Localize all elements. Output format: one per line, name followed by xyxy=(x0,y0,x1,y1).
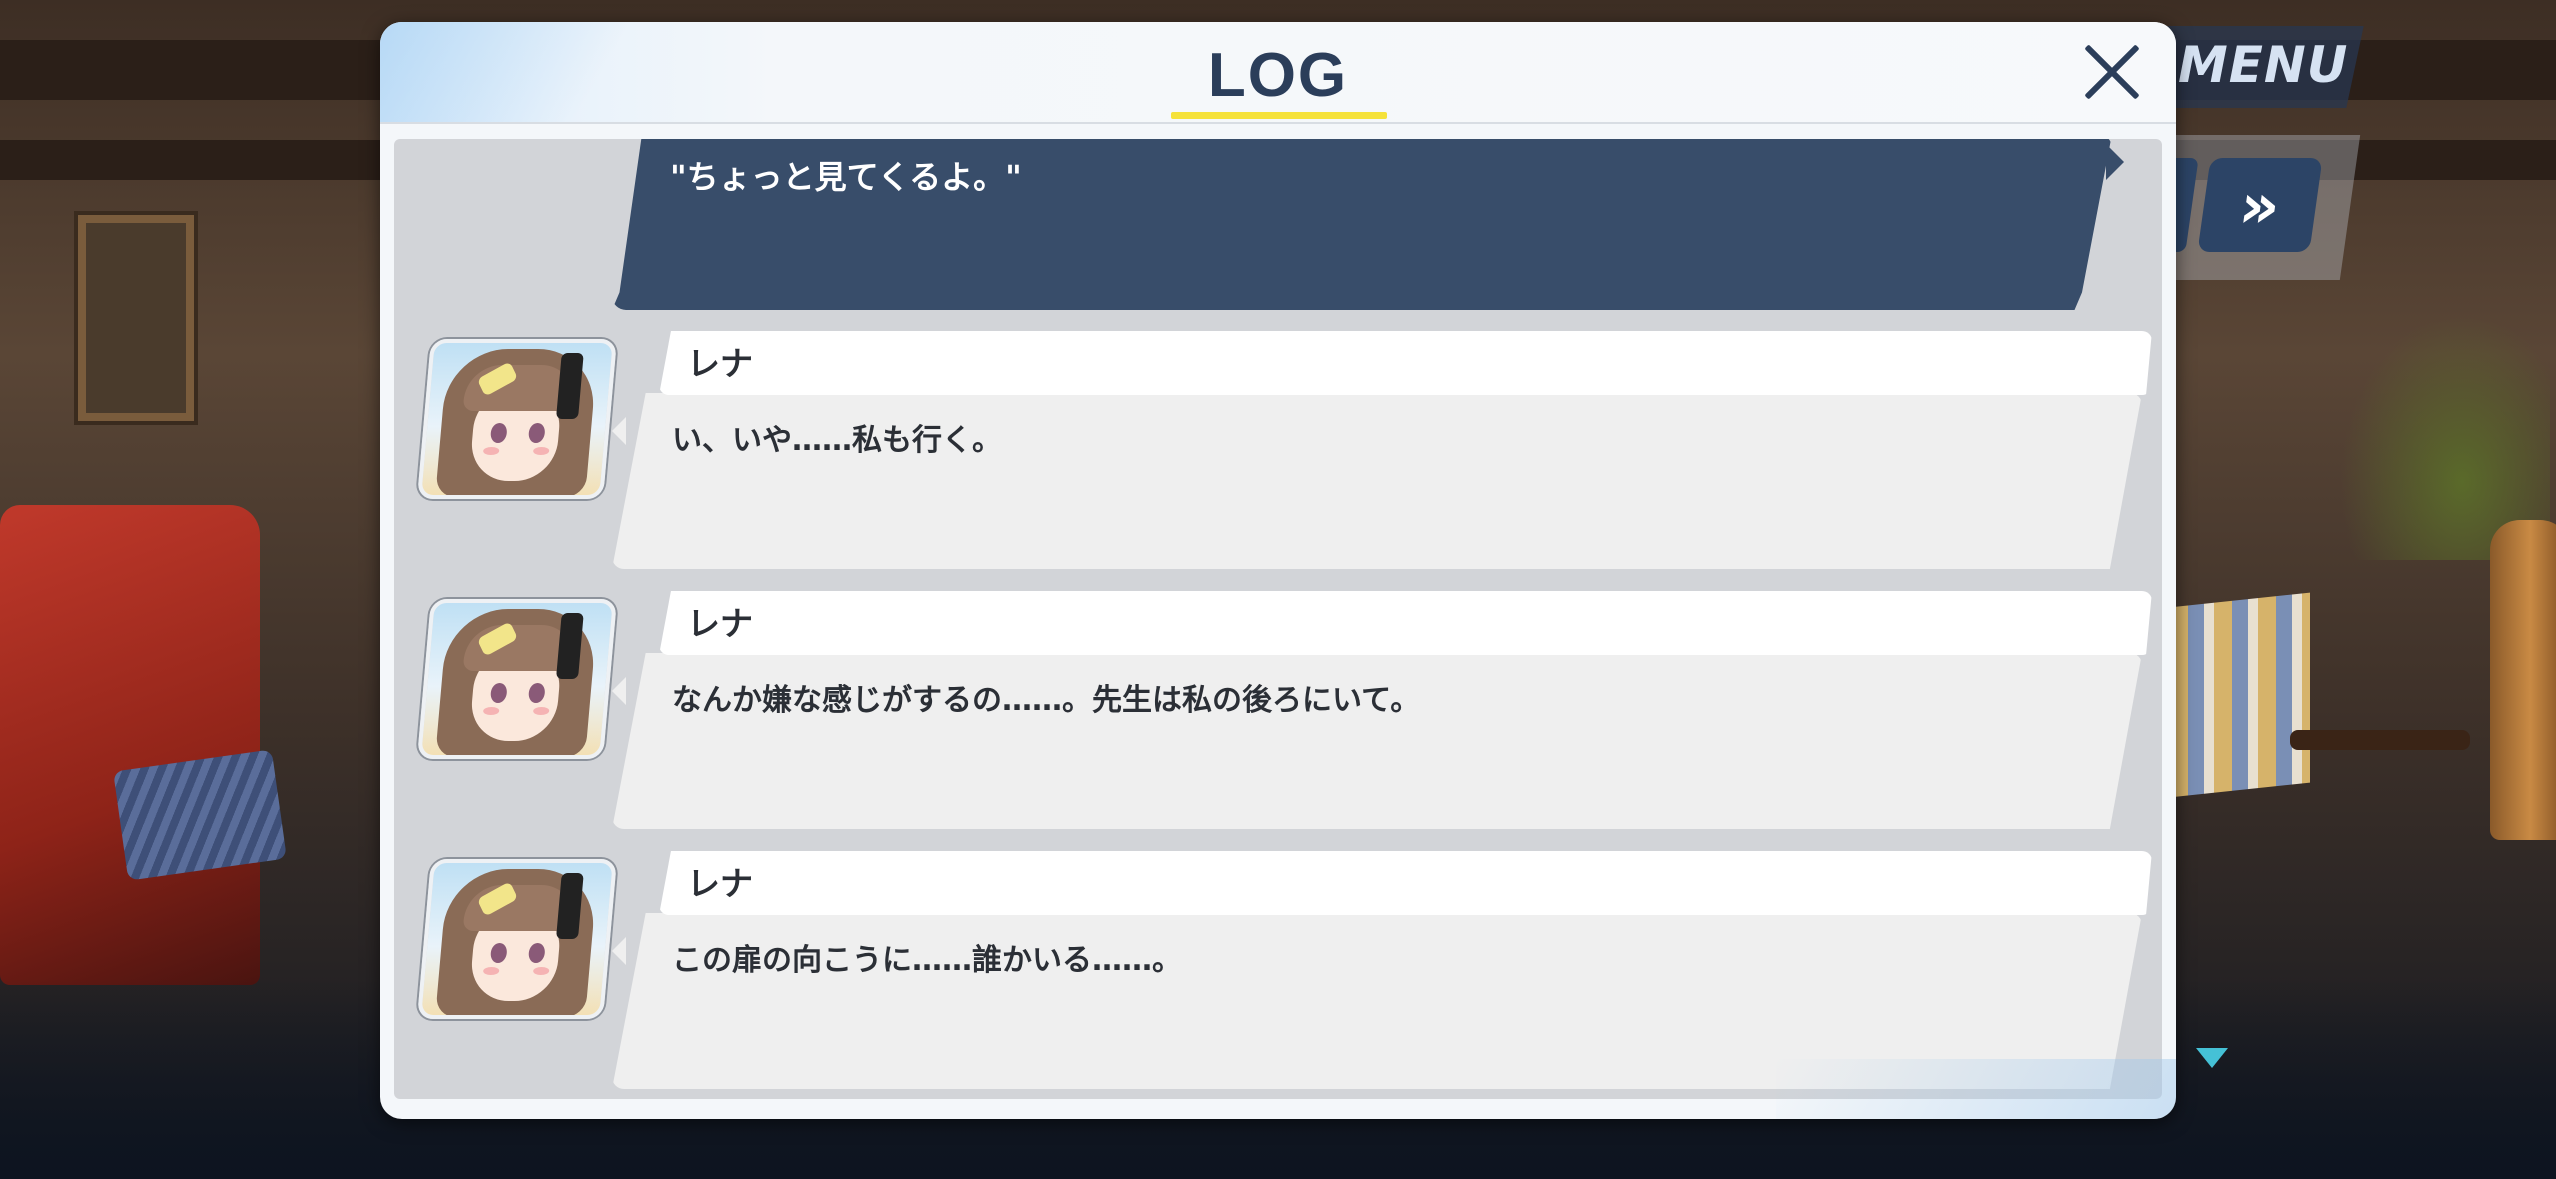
log-entry: レナ この扉の向こうに……誰かいる……。 xyxy=(394,851,2162,1093)
player-bubble-tail xyxy=(2106,144,2124,180)
close-icon[interactable] xyxy=(2080,40,2144,104)
side-table xyxy=(2290,730,2470,750)
character-avatar xyxy=(417,859,617,1019)
message-text: この扉の向こうに……誰かいる……。 xyxy=(672,943,1182,978)
message-bubble-tail xyxy=(612,417,626,445)
red-armchair xyxy=(0,505,260,985)
message-text: い、いや……私も行く。 xyxy=(672,423,1002,458)
vase xyxy=(2490,520,2556,840)
character-avatar xyxy=(417,599,617,759)
name-plate xyxy=(659,591,2152,655)
log-window: LOG "ちょっと見てくるよ。" レナ い、いや……私も行く。 レナ なんか嫌な… xyxy=(380,22,2176,1119)
name-plate xyxy=(659,331,2152,395)
log-list[interactable]: "ちょっと見てくるよ。" レナ い、いや……私も行く。 レナ なんか嫌な感じがす… xyxy=(394,139,2162,1099)
log-entry: レナ なんか嫌な感じがするの……。先生は私の後ろにいて。 xyxy=(394,591,2162,833)
fast-forward-icon: » xyxy=(2234,168,2286,242)
log-title: LOG xyxy=(1207,41,1349,110)
next-indicator-icon xyxy=(2196,1048,2228,1068)
message-bubble-tail xyxy=(612,677,626,705)
title-underline xyxy=(1171,112,1387,119)
player-line-text: "ちょっと見てくるよ。" xyxy=(670,158,1022,196)
character-name: レナ xyxy=(687,864,753,903)
striped-blanket xyxy=(2170,592,2310,798)
menu-label[interactable]: MENU xyxy=(2178,36,2348,94)
player-line-entry: "ちょっと見てくるよ。" xyxy=(612,139,2132,310)
character-avatar xyxy=(417,339,617,499)
fast-forward-button[interactable]: » xyxy=(2197,158,2323,252)
log-header: LOG xyxy=(380,22,2176,122)
character-name: レナ xyxy=(687,344,753,383)
character-name: レナ xyxy=(687,604,753,643)
cushion xyxy=(113,749,287,881)
footer-decoration xyxy=(1776,1059,2176,1119)
header-divider xyxy=(380,122,2176,124)
log-entry: レナ い、いや……私も行く。 xyxy=(394,331,2162,573)
wall-picture-frame xyxy=(78,215,194,421)
name-plate xyxy=(659,851,2152,915)
message-text: なんか嫌な感じがするの……。先生は私の後ろにいて。 xyxy=(672,683,1421,718)
message-bubble-tail xyxy=(612,937,626,965)
